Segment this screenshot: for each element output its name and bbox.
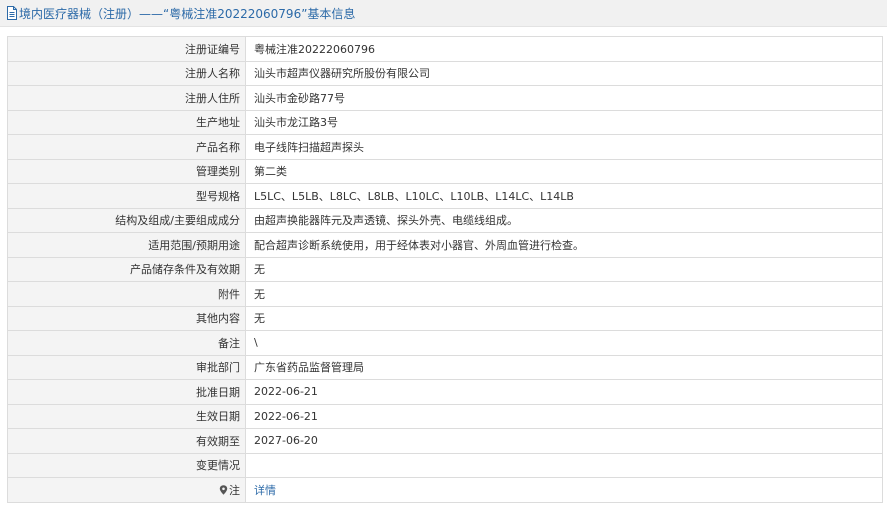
field-value: 汕头市超声仪器研究所股份有限公司 — [245, 60, 883, 86]
field-label: 生效日期 — [7, 403, 246, 429]
location-pin-icon — [219, 485, 228, 495]
field-value: 2022-06-21 — [245, 403, 883, 429]
field-label: 产品名称 — [7, 134, 246, 160]
table-row: 管理类别 第二类 — [7, 158, 883, 184]
field-value: \ — [245, 330, 883, 356]
field-value: 粤械注准20222060796 — [245, 36, 883, 62]
table-row: 注册人住所 汕头市金砂路77号 — [7, 85, 883, 111]
field-label: 注册证编号 — [7, 36, 246, 62]
field-label: 变更情况 — [7, 452, 246, 478]
table-row: 注册人名称 汕头市超声仪器研究所股份有限公司 — [7, 60, 883, 86]
field-label: 注册人住所 — [7, 85, 246, 111]
table-row: 生效日期 2022-06-21 — [7, 403, 883, 429]
table-row: 型号规格 L5LC、L5LB、L8LC、L8LB、L10LC、L10LB、L14L… — [7, 183, 883, 209]
table-row: 备注 \ — [7, 330, 883, 356]
field-label: 备注 — [7, 330, 246, 356]
details-link[interactable]: 详情 — [245, 477, 883, 503]
table-row: 变更情况 — [7, 452, 883, 478]
device-info-table-body: 注册证编号 粤械注准20222060796 注册人名称 汕头市超声仪器研究所股份有限公… — [7, 36, 883, 503]
field-value: L5LC、L5LB、L8LC、L8LB、L10LC、L10LB、L14LC、L1… — [245, 183, 883, 209]
field-value: 第二类 — [245, 158, 883, 184]
table-row: 注册证编号 粤械注准20222060796 — [7, 36, 883, 62]
field-label: 适用范围/预期用途 — [7, 232, 246, 258]
field-label: 产品储存条件及有效期 — [7, 256, 246, 282]
table-row: 产品储存条件及有效期无 — [7, 256, 883, 282]
field-label: 有效期至 — [7, 428, 246, 454]
field-label: 其他内容 — [7, 305, 246, 331]
field-value: 2027-06-20 — [245, 428, 883, 454]
page-title-bar: 境内医疗器械（注册）——“粤械注准20222060796”基本信息 — [0, 0, 887, 27]
field-label: 注册人名称 — [7, 60, 246, 86]
table-row: 生产地址 汕头市龙江路3号 — [7, 109, 883, 135]
table-row: 结构及组成/主要组成成分 由超声换能器阵元及声透镜、探头外壳、电缆线组成。 — [7, 207, 883, 233]
table-row: 适用范围/预期用途 配合超声诊断系统使用，用于经体表对小器官、外周血管进行检查。 — [7, 232, 883, 258]
table-row: 审批部门 广东省药品监督管理局 — [7, 354, 883, 380]
field-value: 汕头市金砂路77号 — [245, 85, 883, 111]
field-value: 2022-06-21 — [245, 379, 883, 405]
field-value: 无 — [245, 281, 883, 307]
table-row: 附件无 — [7, 281, 883, 307]
field-label: 结构及组成/主要组成成分 — [7, 207, 246, 233]
field-value: 由超声换能器阵元及声透镜、探头外壳、电缆线组成。 — [245, 207, 883, 233]
document-icon — [7, 6, 17, 20]
field-label: 生产地址 — [7, 109, 246, 135]
table-row: 其他内容无 — [7, 305, 883, 331]
table-row-note: 注详情 — [7, 477, 883, 503]
field-label: 审批部门 — [7, 354, 246, 380]
table-row: 产品名称 电子线阵扫描超声探头 — [7, 134, 883, 160]
field-value — [245, 452, 883, 478]
field-value: 汕头市龙江路3号 — [245, 109, 883, 135]
field-value: 电子线阵扫描超声探头 — [245, 134, 883, 160]
field-label: 型号规格 — [7, 183, 246, 209]
field-value: 配合超声诊断系统使用，用于经体表对小器官、外周血管进行检查。 — [245, 232, 883, 258]
note-label-cell: 注 — [7, 477, 246, 503]
field-value: 广东省药品监督管理局 — [245, 354, 883, 380]
device-info-table: 注册证编号 粤械注准20222060796 注册人名称 汕头市超声仪器研究所股份有限公… — [7, 36, 883, 503]
field-value: 无 — [245, 256, 883, 282]
note-label: 注 — [229, 483, 240, 497]
page-title: 境内医疗器械（注册）——“粤械注准20222060796”基本信息 — [19, 6, 356, 21]
field-label: 批准日期 — [7, 379, 246, 405]
field-value: 无 — [245, 305, 883, 331]
field-label: 附件 — [7, 281, 246, 307]
field-label: 管理类别 — [7, 158, 246, 184]
table-row: 批准日期 2022-06-21 — [7, 379, 883, 405]
table-row: 有效期至 2027-06-20 — [7, 428, 883, 454]
